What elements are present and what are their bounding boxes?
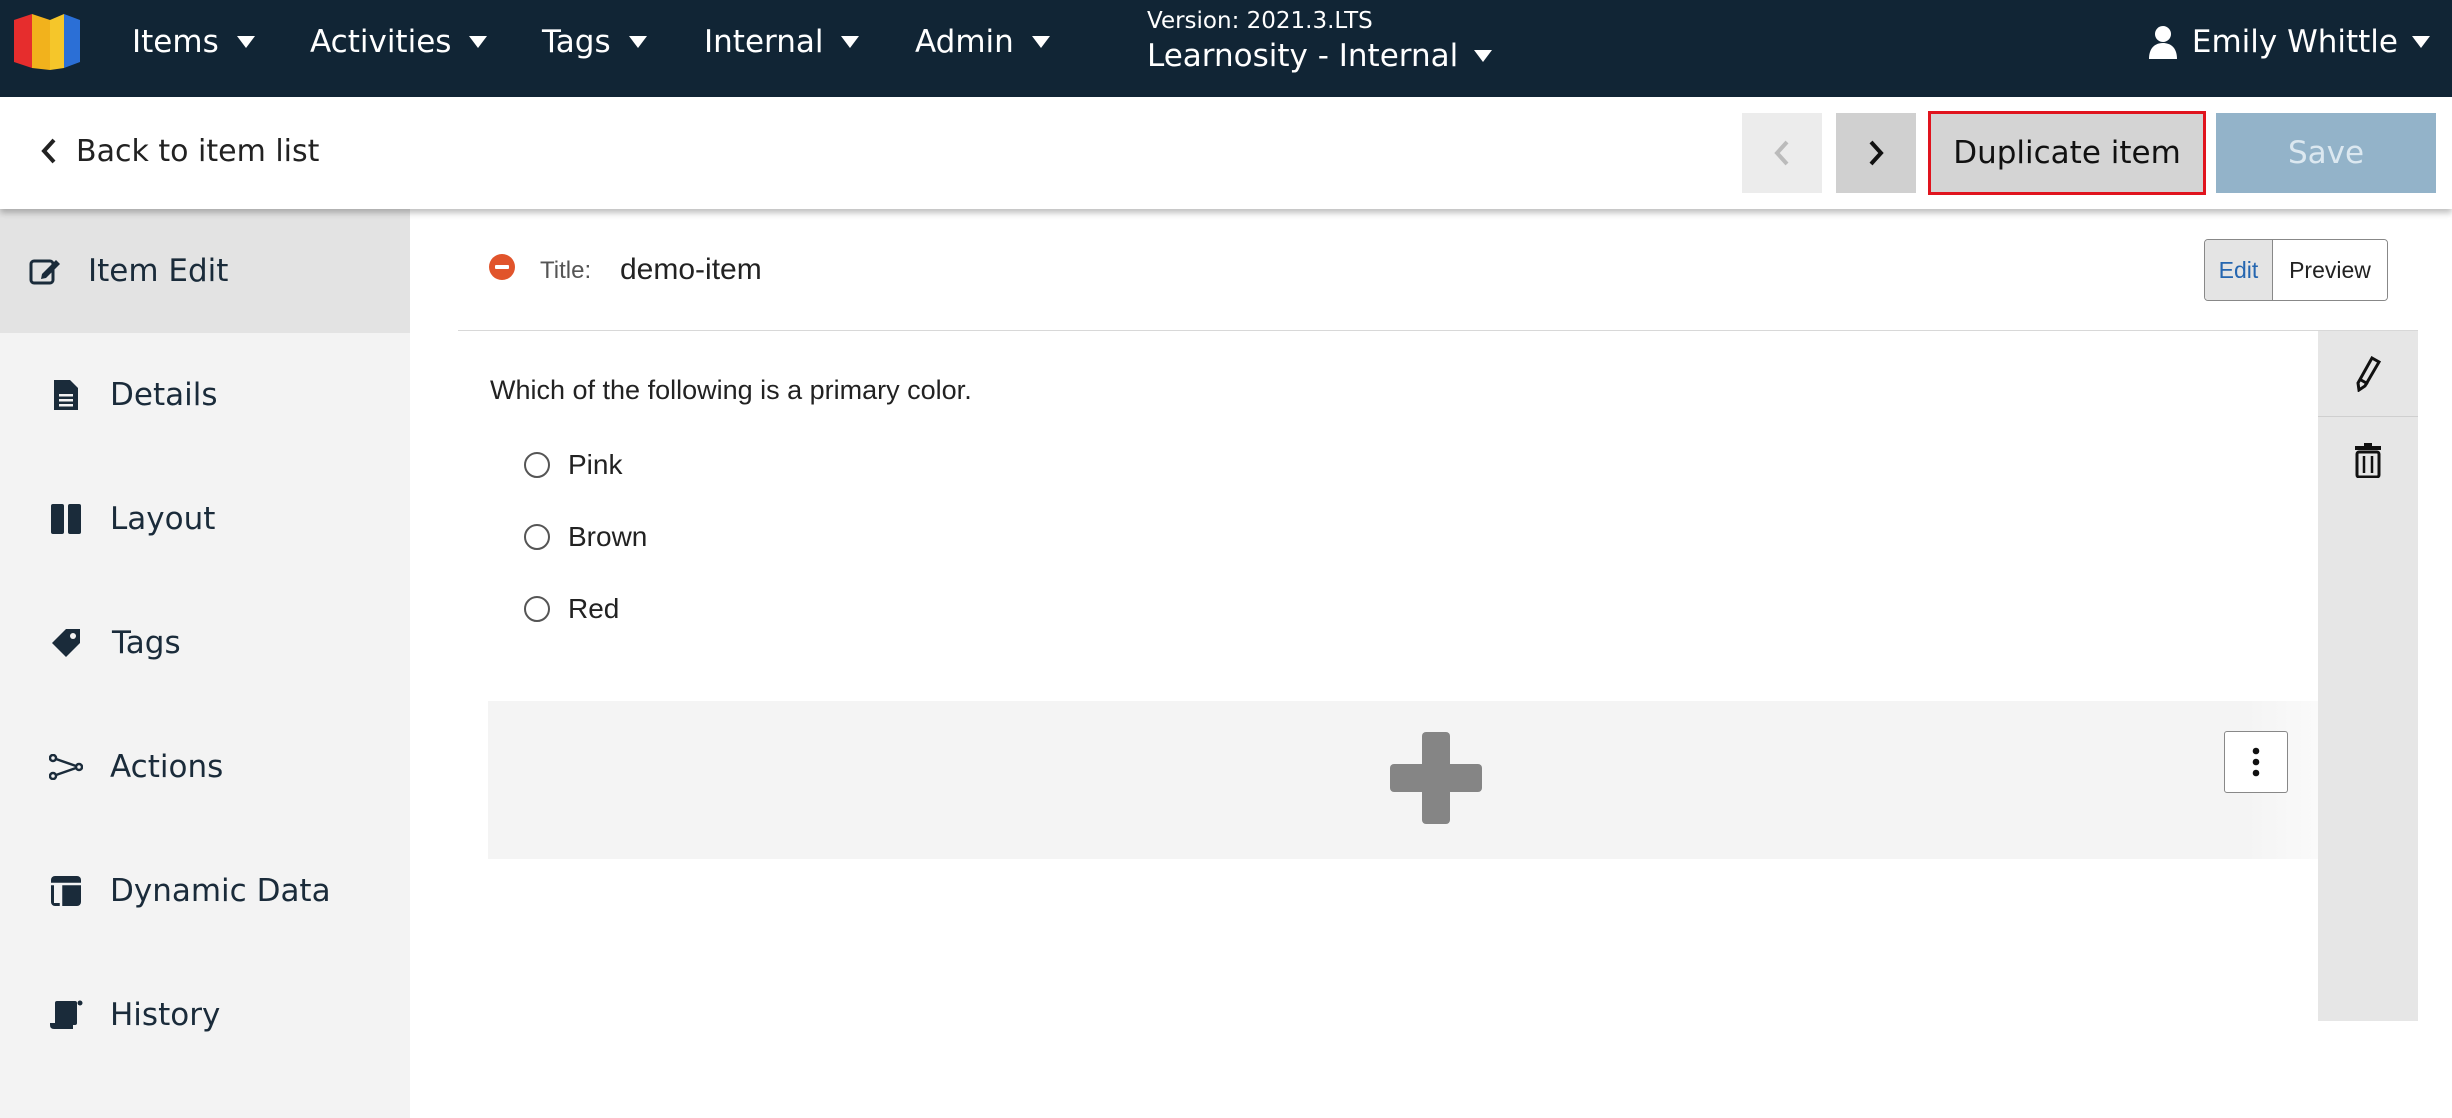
sidebar-item-label: History (110, 997, 221, 1033)
sidebar-item-label: Actions (110, 749, 224, 785)
delete-widget-button[interactable] (2318, 417, 2418, 503)
edit-widget-button[interactable] (2318, 331, 2418, 417)
answer-option[interactable]: Brown (524, 519, 647, 555)
nav-menu-activities[interactable]: Activities (310, 22, 488, 62)
caret-down-icon (2412, 36, 2430, 48)
edit-preview-toggle: Edit Preview (2204, 239, 2388, 301)
item-title-row: Title: Edit Preview (458, 209, 2418, 331)
sidebar-item-dynamic-data[interactable]: Dynamic Data (0, 829, 410, 953)
nav-menu-label: Items (132, 24, 219, 60)
sidebar-item-layout[interactable]: Layout (0, 457, 410, 581)
chevron-left-icon (1774, 140, 1789, 166)
question-stem: Which of the following is a primary colo… (490, 375, 972, 405)
caret-down-icon (1031, 36, 1050, 48)
caret-down-icon (236, 36, 255, 48)
sidebar-item-details[interactable]: Details (0, 333, 410, 457)
sidebar-item-label: Item Edit (88, 253, 229, 289)
columns-icon (48, 501, 84, 537)
option-label: Pink (568, 449, 623, 480)
next-item-button[interactable] (1836, 113, 1916, 193)
user-icon (2148, 26, 2177, 59)
remove-circle-icon[interactable] (488, 253, 516, 281)
nav-menu-tags[interactable]: Tags (542, 22, 647, 62)
answer-option[interactable]: Red (524, 591, 619, 627)
option-label: Brown (568, 521, 648, 552)
kebab-menu-icon (2252, 747, 2260, 777)
user-menu[interactable]: Emily Whittle (2148, 22, 2430, 62)
sidebar-item-tags[interactable]: Tags (0, 581, 410, 705)
edit-icon (27, 253, 63, 289)
sidebar-item-history[interactable]: History (0, 953, 410, 1077)
caret-down-icon (841, 36, 860, 48)
nav-menu-label: Internal (704, 24, 824, 60)
caret-down-icon (469, 36, 488, 48)
add-widget-plus-icon[interactable] (1388, 730, 1484, 826)
more-options-button[interactable] (2224, 731, 2288, 793)
pencil-icon (2356, 355, 2381, 392)
top-navigation-bar: Items Activities Tags Internal Admin Ver… (0, 0, 2452, 97)
document-icon (48, 377, 84, 413)
learnosity-logo-icon[interactable] (14, 12, 80, 70)
item-sidebar: Item Edit Details Layout Tags Actions Dy… (0, 209, 410, 1118)
edit-mode-button[interactable]: Edit (2205, 240, 2273, 300)
caret-down-icon (628, 36, 647, 48)
version-label: Version: 2021.3.LTS (1147, 8, 1373, 34)
preview-mode-button[interactable]: Preview (2273, 240, 2387, 300)
sidebar-item-item-edit[interactable]: Item Edit (0, 209, 410, 333)
sidebar-item-label: Layout (110, 501, 216, 537)
tag-icon (48, 625, 84, 661)
add-widget-zone (488, 701, 2318, 859)
chevron-right-icon (1869, 140, 1884, 166)
nav-menu-internal[interactable]: Internal (704, 22, 860, 62)
nav-menu-items[interactable]: Items (132, 22, 255, 62)
nav-menu-label: Admin (915, 24, 1014, 60)
radio-button[interactable] (524, 524, 550, 550)
scroll-icon (48, 997, 84, 1033)
nav-menu-label: Tags (542, 24, 611, 60)
item-toolbar: Back to item list Duplicate item Save (0, 97, 2452, 209)
save-button[interactable]: Save (2216, 113, 2436, 193)
question-editor-area: Which of the following is a primary colo… (458, 331, 2318, 1021)
back-link-label: Back to item list (76, 133, 320, 169)
answer-option[interactable]: Pink (524, 447, 622, 483)
previous-item-button[interactable] (1742, 113, 1822, 193)
sidebar-item-label: Dynamic Data (110, 873, 331, 909)
sidebar-item-label: Tags (112, 625, 181, 661)
radio-button[interactable] (524, 596, 550, 622)
nav-menu-label: Activities (310, 24, 452, 60)
organisation-select[interactable]: Learnosity - Internal (1147, 38, 1493, 74)
user-name: Emily Whittle (2191, 24, 2398, 60)
radio-button[interactable] (524, 452, 550, 478)
version-organisation-block: Version: 2021.3.LTS Learnosity - Interna… (1147, 8, 1493, 74)
organisation-label: Learnosity - Internal (1147, 38, 1459, 74)
title-input[interactable] (620, 247, 1320, 293)
title-label: Title: (540, 257, 592, 284)
nav-menu-admin[interactable]: Admin (915, 22, 1050, 62)
chevron-left-icon (41, 138, 56, 164)
widget-action-rail (2318, 331, 2418, 1021)
duplicate-item-button[interactable]: Duplicate item (1928, 111, 2206, 195)
back-to-item-list-link[interactable]: Back to item list (40, 131, 319, 171)
share-icon (48, 749, 84, 785)
caret-down-icon (1474, 50, 1493, 62)
table-icon (48, 873, 84, 909)
trash-icon (2355, 443, 2381, 478)
option-label: Red (568, 593, 620, 624)
sidebar-item-actions[interactable]: Actions (0, 705, 410, 829)
sidebar-item-label: Details (110, 377, 218, 413)
